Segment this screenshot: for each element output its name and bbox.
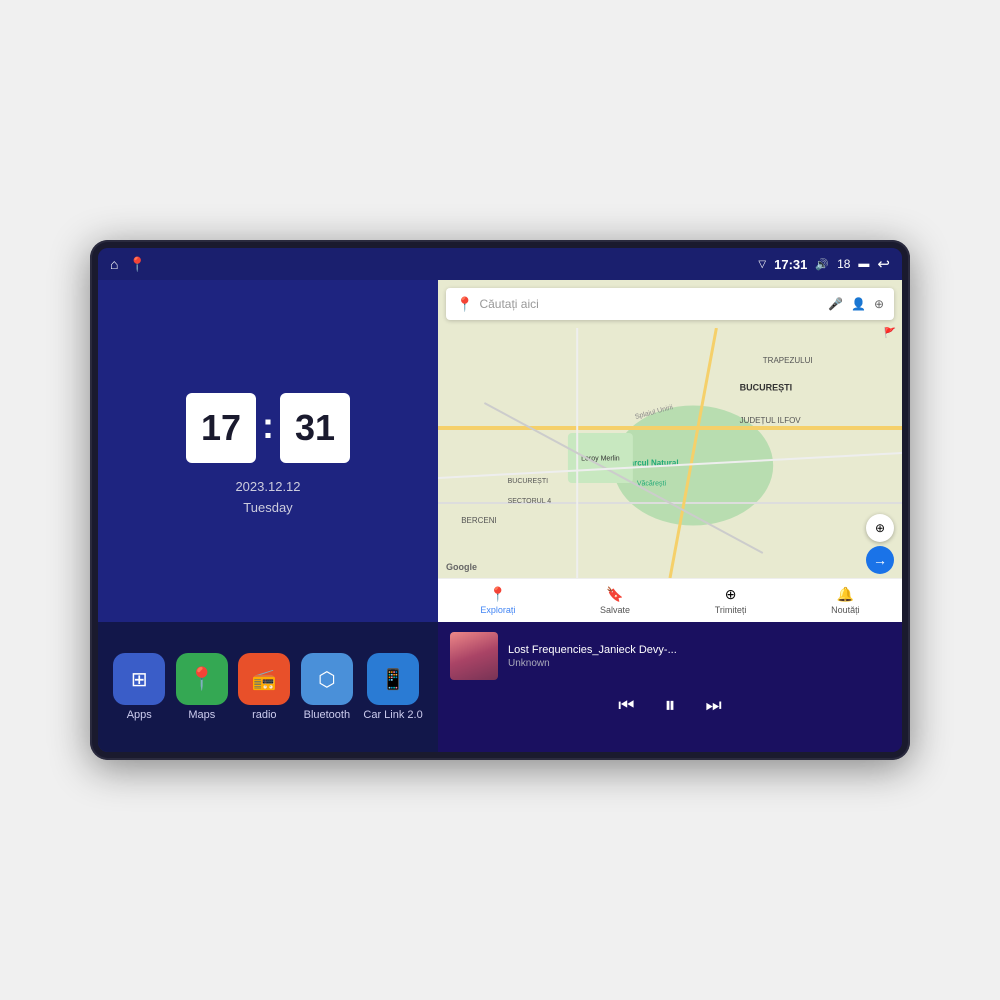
svg-text:BUCUREȘTI: BUCUREȘTI — [508, 478, 549, 485]
mic-icon[interactable]: 🎤 — [828, 297, 843, 311]
car-display-device: ⌂ 📍 ▽ 17:31 🔊 18 ▬ ↩ 17 : 31 — [90, 240, 910, 760]
device-screen: ⌂ 📍 ▽ 17:31 🔊 18 ▬ ↩ 17 : 31 — [98, 248, 902, 752]
radio-icon: 📻 — [252, 667, 277, 692]
clock-hours: 17 — [186, 393, 256, 463]
app-icon-apps[interactable]: ⊞ Apps — [113, 653, 165, 721]
clock-colon: : — [262, 405, 274, 447]
radio-icon-box: 📻 — [238, 653, 290, 705]
layers-icon[interactable]: ⊕ — [874, 297, 884, 311]
radio-label: radio — [252, 709, 276, 721]
music-text: Lost Frequencies_Janieck Devy-... Unknow… — [508, 644, 890, 669]
carlink-icon-box: 📱 — [367, 653, 419, 705]
signal-arrow-icon: ▽ — [758, 259, 766, 270]
svg-text:BERCENI: BERCENI — [461, 516, 497, 525]
back-icon[interactable]: ↩ — [877, 255, 890, 273]
clock-section: 17 : 31 2023.12.12 Tuesday — [98, 280, 438, 622]
clock-display: 17 : 31 — [186, 393, 350, 463]
map-nav-news[interactable]: 🔔 Noutăți — [831, 586, 860, 615]
battery-icon: ▬ — [858, 258, 869, 270]
svg-text:TRAPEZULUI: TRAPEZULUI — [763, 356, 813, 365]
status-right: ▽ 17:31 🔊 18 ▬ ↩ — [758, 255, 890, 273]
news-icon: 🔔 — [837, 586, 854, 603]
play-pause-button[interactable]: ⏸ — [664, 692, 675, 718]
music-thumb-image — [450, 632, 498, 680]
app-icon-bluetooth[interactable]: ⬡ Bluetooth — [301, 653, 353, 721]
map-pin-icon: 📍 — [456, 296, 473, 313]
map-svg: Parcul Natural Văcărești Leroy Merlin — [438, 328, 902, 578]
carlink-icon: 📱 — [381, 667, 406, 692]
google-logo: Google — [446, 562, 477, 572]
app-icon-maps[interactable]: 📍 Maps — [176, 653, 228, 721]
map-section[interactable]: Parcul Natural Văcărești Leroy Merlin — [438, 280, 902, 622]
prev-button[interactable]: ⏮ — [618, 695, 634, 716]
maps-label: Maps — [188, 709, 215, 721]
carlink-label: Car Link 2.0 — [363, 709, 422, 721]
signal-strength: 18 — [837, 257, 850, 271]
music-panel: Lost Frequencies_Janieck Devy-... Unknow… — [438, 622, 902, 752]
map-background: Parcul Natural Văcărești Leroy Merlin — [438, 280, 902, 622]
map-flag: 🚩 — [884, 328, 896, 339]
saved-label: Salvate — [600, 605, 630, 615]
status-left: ⌂ 📍 — [110, 256, 146, 273]
svg-text:JUDEȚUL ILFOV: JUDEȚUL ILFOV — [740, 416, 802, 425]
apps-label: Apps — [127, 709, 152, 721]
map-search-bar[interactable]: 📍 Căutați aici 🎤 👤 ⊕ — [446, 288, 894, 320]
send-icon: ⊕ — [725, 586, 737, 603]
app-bar: ⊞ Apps 📍 Maps 📻 radio — [98, 622, 438, 752]
svg-text:BUCUREȘTI: BUCUREȘTI — [740, 383, 793, 393]
next-button[interactable]: ⏭ — [706, 695, 722, 716]
date-value: 2023.12.12 — [235, 477, 300, 498]
map-navigate-btn[interactable]: → — [866, 546, 894, 574]
music-controls: ⏮ ⏸ ⏭ — [438, 686, 902, 728]
map-nav-saved[interactable]: 🔖 Salvate — [600, 586, 630, 615]
bluetooth-icon-box: ⬡ — [301, 653, 353, 705]
send-label: Trimiteți — [715, 605, 747, 615]
date-info: 2023.12.12 Tuesday — [235, 477, 300, 519]
map-compass-btn[interactable]: ⊕ — [866, 514, 894, 542]
map-search-text: Căutați aici — [479, 297, 822, 311]
explore-icon: 📍 — [489, 586, 506, 603]
left-panel: 17 : 31 2023.12.12 Tuesday ⊞ — [98, 280, 438, 752]
apps-icon-box: ⊞ — [113, 653, 165, 705]
music-thumbnail — [450, 632, 498, 680]
map-nav-bar: 📍 Explorați 🔖 Salvate ⊕ Trimiteți — [438, 578, 902, 622]
account-icon[interactable]: 👤 — [851, 297, 866, 311]
music-title: Lost Frequencies_Janieck Devy-... — [508, 644, 890, 656]
apps-icon: ⊞ — [131, 667, 148, 692]
status-time: 17:31 — [774, 257, 807, 272]
svg-text:SECTORUL 4: SECTORUL 4 — [508, 498, 552, 505]
map-search-icons: 🎤 👤 ⊕ — [828, 297, 884, 311]
bluetooth-icon: ⬡ — [318, 667, 335, 692]
saved-icon: 🔖 — [606, 586, 623, 603]
maps-status-icon: 📍 — [128, 256, 145, 273]
map-nav-send[interactable]: ⊕ Trimiteți — [715, 586, 747, 615]
main-content: 17 : 31 2023.12.12 Tuesday ⊞ — [98, 280, 902, 752]
home-icon[interactable]: ⌂ — [110, 256, 118, 272]
news-label: Noutăți — [831, 605, 860, 615]
right-content: Parcul Natural Văcărești Leroy Merlin — [438, 280, 902, 752]
bluetooth-label: Bluetooth — [304, 709, 350, 721]
day-value: Tuesday — [235, 498, 300, 519]
app-icon-carlink[interactable]: 📱 Car Link 2.0 — [363, 653, 422, 721]
map-nav-explore[interactable]: 📍 Explorați — [480, 586, 515, 615]
music-info: Lost Frequencies_Janieck Devy-... Unknow… — [438, 622, 902, 686]
status-bar: ⌂ 📍 ▽ 17:31 🔊 18 ▬ ↩ — [98, 248, 902, 280]
maps-icon-box: 📍 — [176, 653, 228, 705]
explore-label: Explorați — [480, 605, 515, 615]
music-artist: Unknown — [508, 658, 890, 669]
maps-icon: 📍 — [188, 666, 215, 692]
clock-minutes: 31 — [280, 393, 350, 463]
volume-icon: 🔊 — [815, 258, 829, 271]
app-icon-radio[interactable]: 📻 radio — [238, 653, 290, 721]
